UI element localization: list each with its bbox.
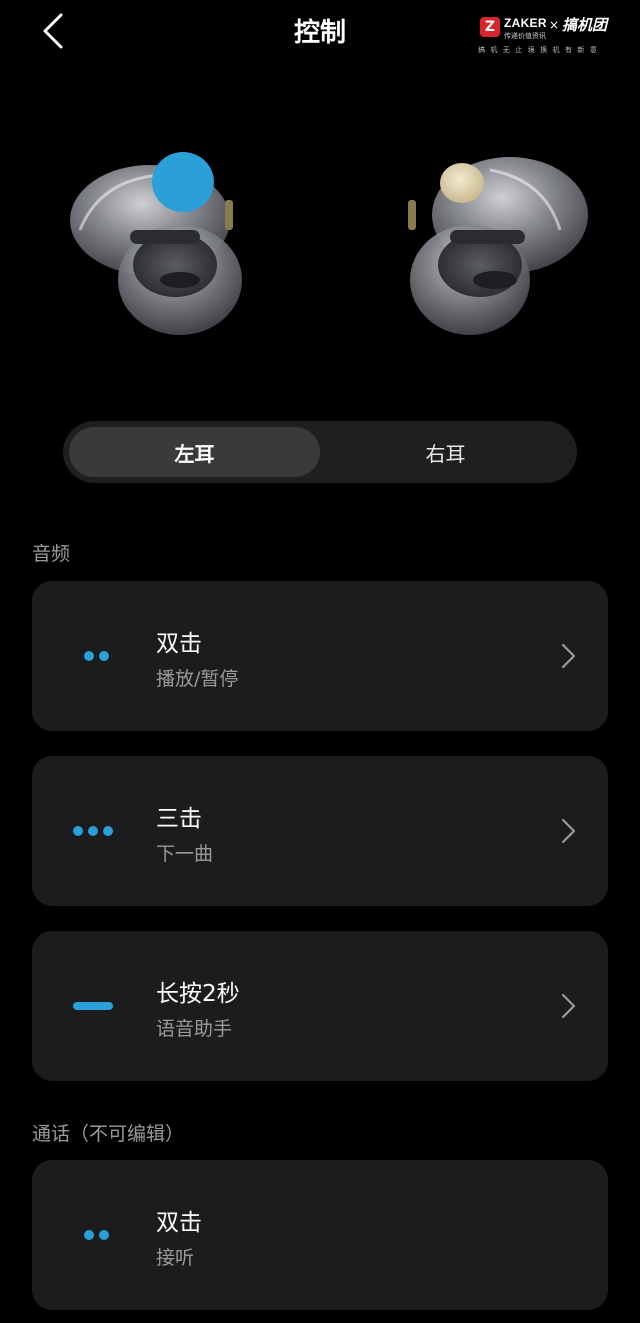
gesture-card-double-tap[interactable]: 双击 播放/暂停 [32, 581, 608, 731]
left-earbud [70, 152, 242, 335]
double-tap-icon [84, 1160, 114, 1310]
watermark-brand: ZAKER [504, 16, 547, 30]
double-tap-icon [84, 581, 114, 731]
gesture-action: 播放/暂停 [156, 668, 239, 690]
chevron-right-icon [561, 993, 576, 1019]
watermark-slogan: 搞 机 无 止 境 换 机 有 新 意 [478, 46, 599, 54]
gesture-action: 下一曲 [156, 843, 214, 865]
chevron-right-icon [561, 818, 576, 844]
audio-section-label: 音频 [32, 543, 71, 565]
tab-left-ear[interactable]: 左耳 [69, 427, 320, 477]
call-section-label: 通话（不可编辑） [32, 1123, 185, 1145]
right-earbud [408, 157, 588, 335]
gesture-action: 语音助手 [156, 1018, 233, 1040]
watermark-brand-sub: 传递价值资讯 [504, 32, 546, 40]
watermark-x: × [549, 18, 560, 32]
watermark-partner: 搞机团 [562, 16, 608, 34]
zaker-logo-icon: Z [480, 17, 500, 37]
gesture-card-triple-tap[interactable]: 三击 下一曲 [32, 756, 608, 906]
gesture-card-long-press[interactable]: 长按2秒 语音助手 [32, 931, 608, 1081]
gesture-card-call-double-tap: 双击 接听 [32, 1160, 608, 1310]
gesture-title: 长按2秒 [156, 981, 240, 1007]
earbuds-illustration [70, 152, 588, 335]
gesture-title: 双击 [156, 1210, 202, 1236]
gesture-title: 三击 [156, 806, 202, 832]
triple-tap-icon [73, 756, 118, 906]
gesture-action: 接听 [156, 1247, 195, 1269]
ear-selector: 左耳 右耳 [63, 421, 577, 483]
chevron-right-icon [561, 643, 576, 669]
touch-indicator [152, 152, 214, 212]
tab-right-ear[interactable]: 右耳 [320, 427, 571, 477]
long-press-icon [73, 931, 113, 1081]
watermark-logo: Z ZAKER 传递价值资讯 × 搞机团 搞 机 无 止 境 换 机 有 新 意 [478, 14, 618, 58]
gesture-title: 双击 [156, 631, 202, 657]
